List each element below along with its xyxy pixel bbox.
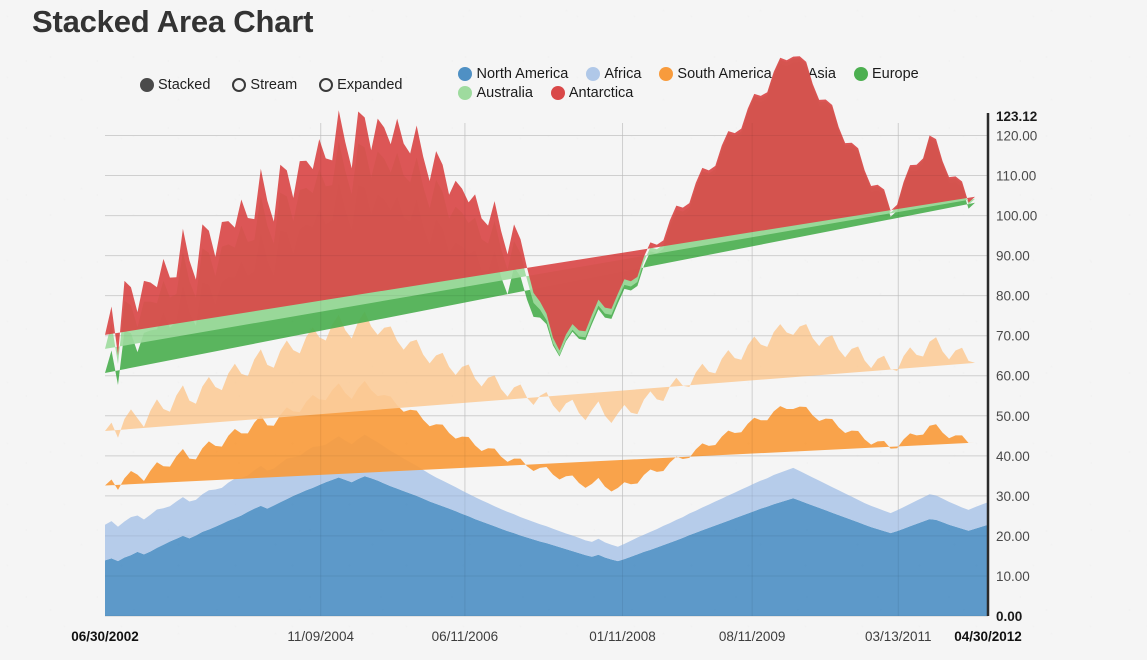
y-axis-tick-label: 60.00 xyxy=(996,369,1030,384)
x-axis-tick-label: 08/11/2009 xyxy=(719,629,786,644)
y-axis-max-label: 123.12 xyxy=(996,109,1037,124)
x-axis-labels: 06/30/2002 11/09/2004 06/11/2006 01/11/2008… xyxy=(71,629,1022,644)
y-axis-labels: 0.00 10.00 20.00 30.00 40.00 50.00 60.00 70.00 8… xyxy=(996,109,1037,624)
area-series-europe xyxy=(105,62,976,385)
x-axis-tick-label: 06/11/2006 xyxy=(432,629,499,644)
y-axis-tick-label: 50.00 xyxy=(996,409,1030,424)
y-axis-tick-label: 40.00 xyxy=(996,449,1030,464)
y-axis-tick-label: 90.00 xyxy=(996,249,1030,264)
stacked-area-chart: 0.00 10.00 20.00 30.00 40.00 50.00 60.00 70.00 8… xyxy=(71,56,1037,644)
y-axis-tick-label: 0.00 xyxy=(996,609,1022,624)
y-axis-tick-label: 80.00 xyxy=(996,289,1030,304)
x-axis-tick-label: 01/11/2008 xyxy=(589,629,656,644)
x-axis-tick-label: 11/09/2004 xyxy=(287,629,354,644)
y-axis-tick-label: 120.00 xyxy=(996,128,1037,143)
y-axis-tick-label: 10.00 xyxy=(996,569,1030,584)
y-axis-tick-label: 100.00 xyxy=(996,209,1037,224)
chart-page: Stacked Area Chart Stacked Stream Expanded… xyxy=(0,0,1147,660)
y-axis-tick-label: 30.00 xyxy=(996,489,1030,504)
y-axis-tick-label: 20.00 xyxy=(996,529,1030,544)
y-axis-tick-label: 70.00 xyxy=(996,329,1030,344)
x-axis-tick-label: 03/13/2011 xyxy=(865,629,932,644)
x-axis-tick-label: 04/30/2012 xyxy=(954,629,1022,644)
y-axis-tick-label: 110.00 xyxy=(996,169,1036,184)
x-axis-tick-label: 06/30/2002 xyxy=(71,629,139,644)
